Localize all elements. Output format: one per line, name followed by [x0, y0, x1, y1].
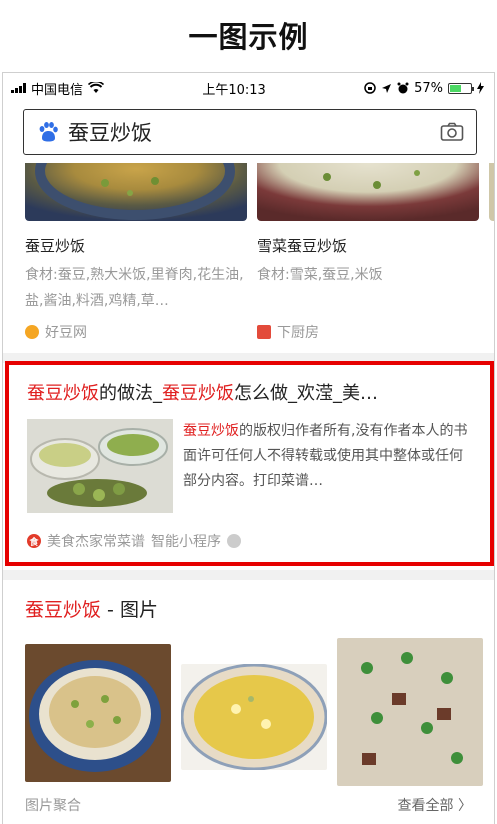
image-results-section: 蚕豆炒饭 - 图片 [3, 595, 494, 788]
status-time: 上午10:13 [202, 82, 266, 98]
battery-icon [447, 82, 474, 94]
recipe-source: 下厨房 [277, 325, 319, 341]
baidu-paw-icon [39, 122, 58, 142]
xiachufang-logo-icon [257, 325, 271, 339]
result-tag: 智能小程序 [151, 534, 221, 550]
recipe-card[interactable]: 雪菜蚕豆炒饭 食材:雪菜,蚕豆,米饭 下厨房 [257, 163, 479, 342]
recipe-source: 好豆网 [45, 325, 87, 341]
phone-screen: 中国电信 上午10:13 57% 蚕豆炒饭 蚕豆炒饭 食材:蚕豆,熟大米饭,里脊… [2, 72, 495, 824]
section-divider [3, 570, 494, 580]
recipe-title[interactable]: 雪菜蚕豆炒饭 [257, 235, 479, 256]
result-title[interactable]: 蚕豆炒饭的做法_蚕豆炒饭怎么做_欢滢_美… [27, 379, 472, 405]
image-section-title[interactable]: 蚕豆炒饭 - 图片 [3, 595, 494, 622]
carrier-label: 中国电信 [31, 82, 84, 98]
meishij-logo-icon: 食 [27, 534, 41, 548]
result-snippet: 蚕豆炒饭的版权归作者所有,没有作者本人的书面许可任何人不得转载或使用其中整体或任… [183, 419, 472, 494]
recipe-image [257, 163, 479, 221]
wifi-icon [88, 82, 105, 93]
result-title-text: 怎么做_欢滢_美… [234, 383, 378, 404]
image-section-keyword: 蚕豆炒饭 [25, 599, 102, 621]
more-options-icon[interactable] [227, 534, 241, 548]
image-results-row[interactable] [3, 638, 494, 788]
result-source[interactable]: 美食杰家常菜谱 [47, 531, 145, 551]
recipe-card-partial[interactable] [489, 163, 494, 221]
battery-percent: 57% [414, 80, 443, 96]
lock-rotation-icon [364, 82, 376, 94]
camera-icon[interactable] [440, 122, 464, 142]
image-result[interactable] [337, 638, 483, 786]
recipe-ingredients: 食材:蚕豆,熟大米饭,里脊肉,花生油,盐,酱油,料酒,鸡精,草… [25, 267, 244, 309]
signal-icon [11, 83, 26, 93]
search-query[interactable]: 蚕豆炒饭 [68, 117, 440, 147]
result-title-keyword: 蚕豆炒饭 [27, 383, 99, 404]
result-title-text: 的做法_ [99, 383, 162, 404]
page-caption: 一图示例 [188, 20, 309, 54]
location-icon [382, 83, 392, 93]
alarm-icon [397, 82, 409, 94]
recipe-card[interactable]: 蚕豆炒饭 食材:蚕豆,熟大米饭,里脊肉,花生油,盐,酱油,料酒,鸡精,草… 好豆… [25, 163, 247, 342]
image-section-label: - 图片 [101, 599, 158, 621]
search-result-card[interactable]: 蚕豆炒饭的做法_蚕豆炒饭怎么做_欢滢_美… 蚕豆炒饭的版权归作者所有,没有作者本… [5, 361, 494, 566]
charging-icon [476, 82, 484, 94]
haodou-logo-icon [25, 325, 39, 339]
result-title-keyword: 蚕豆炒饭 [162, 383, 234, 404]
recipe-image [25, 163, 247, 221]
recipe-ingredients: 食材:雪菜,蚕豆,米饭 [257, 267, 383, 283]
search-bar[interactable]: 蚕豆炒饭 [23, 109, 477, 155]
image-result[interactable] [25, 644, 171, 782]
image-aggregation-link[interactable]: 图片聚合 [25, 795, 81, 815]
recipe-carousel[interactable]: 蚕豆炒饭 食材:蚕豆,熟大米饭,里脊肉,花生油,盐,酱油,料酒,鸡精,草… 好豆… [3, 163, 494, 353]
recipe-title[interactable]: 蚕豆炒饭 [25, 235, 247, 256]
result-snippet-keyword: 蚕豆炒饭 [183, 423, 239, 439]
status-bar: 中国电信 上午10:13 57% [3, 73, 494, 103]
recipe-image [489, 163, 494, 221]
image-result[interactable] [181, 664, 327, 770]
image-section-footer: 图片聚合 查看全部 〉 [25, 795, 472, 815]
result-image [27, 419, 173, 513]
view-all-link[interactable]: 查看全部 〉 [398, 795, 472, 815]
